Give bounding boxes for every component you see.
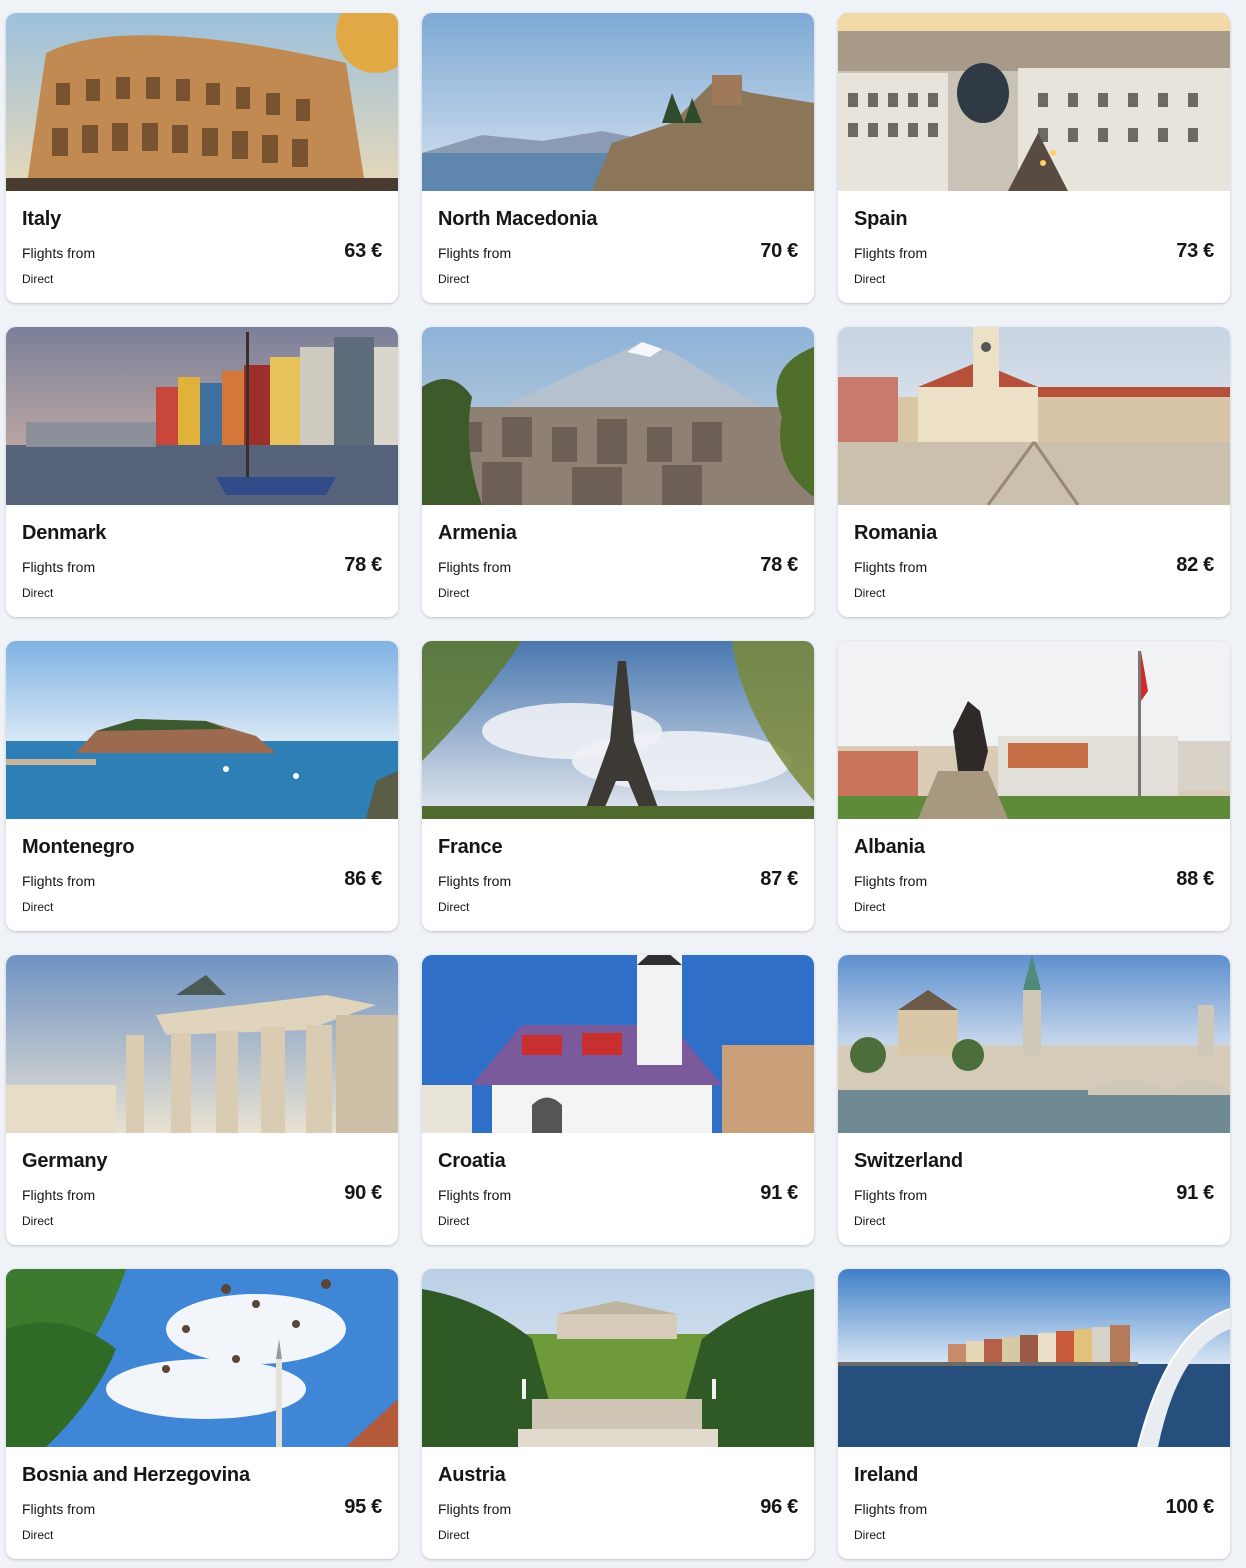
- destination-photo: [838, 955, 1230, 1133]
- direct-label: Direct: [438, 586, 470, 600]
- destination-card-north-macedonia[interactable]: North Macedonia Flights from 70 € Direct: [422, 13, 814, 303]
- direct-label: Direct: [854, 1214, 886, 1228]
- direct-label: Direct: [438, 1214, 470, 1228]
- flights-from-label: Flights from: [438, 245, 512, 261]
- destination-photo: [6, 1269, 398, 1447]
- destination-photo: [6, 641, 398, 819]
- destination-name: France: [438, 836, 503, 858]
- destination-photo: [6, 955, 398, 1133]
- destination-name: Croatia: [438, 1150, 506, 1172]
- destination-card-germany[interactable]: Germany Flights from 90 € Direct: [6, 955, 398, 1245]
- direct-label: Direct: [22, 1214, 54, 1228]
- destination-name: Armenia: [438, 522, 517, 544]
- direct-label: Direct: [438, 900, 470, 914]
- destination-name: Ireland: [854, 1464, 919, 1486]
- flights-from-label: Flights from: [438, 1501, 512, 1517]
- direct-label: Direct: [438, 272, 470, 286]
- flights-from-label: Flights from: [22, 873, 96, 889]
- destination-price: 63 €: [344, 240, 382, 262]
- destination-grid: Italy Flights from 63 € Direct North Mac…: [0, 0, 1246, 1568]
- flights-from-label: Flights from: [438, 559, 512, 575]
- destination-card-spain[interactable]: Spain Flights from 73 € Direct: [838, 13, 1230, 303]
- destination-price: 86 €: [344, 868, 382, 890]
- destination-price: 87 €: [760, 868, 798, 890]
- destination-price: 78 €: [344, 554, 382, 576]
- destination-name: Spain: [854, 208, 908, 230]
- flights-from-label: Flights from: [854, 1187, 928, 1203]
- destination-name: Austria: [438, 1464, 506, 1486]
- flights-from-label: Flights from: [22, 559, 96, 575]
- destination-card-armenia[interactable]: Armenia Flights from 78 € Direct: [422, 327, 814, 617]
- destination-card-italy[interactable]: Italy Flights from 63 € Direct: [6, 13, 398, 303]
- flights-from-label: Flights from: [22, 1501, 96, 1517]
- destination-card-bosnia-and-herzegovina[interactable]: Bosnia and Herzegovina Flights from 95 €…: [6, 1269, 398, 1559]
- destination-card-denmark[interactable]: Denmark Flights from 78 € Direct: [6, 327, 398, 617]
- destination-price: 91 €: [760, 1182, 798, 1204]
- direct-label: Direct: [854, 1528, 886, 1542]
- destination-photo: [838, 1269, 1230, 1447]
- destination-card-montenegro[interactable]: Montenegro Flights from 86 € Direct: [6, 641, 398, 931]
- destination-photo: [422, 13, 814, 191]
- destination-photo: [838, 641, 1230, 819]
- flights-from-label: Flights from: [22, 245, 96, 261]
- destination-price: 82 €: [1176, 554, 1214, 576]
- destination-card-ireland[interactable]: Ireland Flights from 100 € Direct: [838, 1269, 1230, 1559]
- destination-price: 78 €: [760, 554, 798, 576]
- destination-price: 73 €: [1176, 240, 1214, 262]
- flights-from-label: Flights from: [438, 873, 512, 889]
- destination-card-france[interactable]: France Flights from 87 € Direct: [422, 641, 814, 931]
- destination-name: Romania: [854, 522, 938, 544]
- destination-price: 91 €: [1176, 1182, 1214, 1204]
- destination-name: Switzerland: [854, 1150, 963, 1172]
- destination-price: 96 €: [760, 1496, 798, 1518]
- flights-from-label: Flights from: [854, 1501, 928, 1517]
- destination-price: 95 €: [344, 1496, 382, 1518]
- destination-price: 90 €: [344, 1182, 382, 1204]
- direct-label: Direct: [854, 900, 886, 914]
- destination-name: Denmark: [22, 522, 107, 544]
- direct-label: Direct: [22, 1528, 54, 1542]
- destination-card-switzerland[interactable]: Switzerland Flights from 91 € Direct: [838, 955, 1230, 1245]
- direct-label: Direct: [854, 586, 886, 600]
- destination-name: Germany: [22, 1150, 108, 1172]
- destination-photo: [422, 641, 814, 819]
- destination-photo: [422, 1269, 814, 1447]
- destination-name: North Macedonia: [438, 208, 598, 230]
- destination-name: Albania: [854, 836, 925, 858]
- direct-label: Direct: [22, 586, 54, 600]
- destination-photo: [6, 327, 398, 505]
- direct-label: Direct: [854, 272, 886, 286]
- destination-price: 70 €: [760, 240, 798, 262]
- destination-photo: [422, 955, 814, 1133]
- destination-photo: [838, 327, 1230, 505]
- flights-from-label: Flights from: [22, 1187, 96, 1203]
- destination-card-croatia[interactable]: Croatia Flights from 91 € Direct: [422, 955, 814, 1245]
- destination-card-albania[interactable]: Albania Flights from 88 € Direct: [838, 641, 1230, 931]
- destination-card-romania[interactable]: Romania Flights from 82 € Direct: [838, 327, 1230, 617]
- direct-label: Direct: [22, 900, 54, 914]
- destination-card-austria[interactable]: Austria Flights from 96 € Direct: [422, 1269, 814, 1559]
- destination-name: Montenegro: [22, 836, 135, 858]
- flights-from-label: Flights from: [854, 559, 928, 575]
- flights-from-label: Flights from: [854, 245, 928, 261]
- flights-from-label: Flights from: [438, 1187, 512, 1203]
- destination-photo: [838, 13, 1230, 191]
- destination-price: 88 €: [1176, 868, 1214, 890]
- destination-photo: [6, 13, 398, 191]
- destination-price: 100 €: [1165, 1496, 1214, 1518]
- flights-from-label: Flights from: [854, 873, 928, 889]
- direct-label: Direct: [438, 1528, 470, 1542]
- direct-label: Direct: [22, 272, 54, 286]
- destination-name: Bosnia and Herzegovina: [22, 1464, 250, 1486]
- destination-photo: [422, 327, 814, 505]
- destination-name: Italy: [22, 208, 62, 230]
